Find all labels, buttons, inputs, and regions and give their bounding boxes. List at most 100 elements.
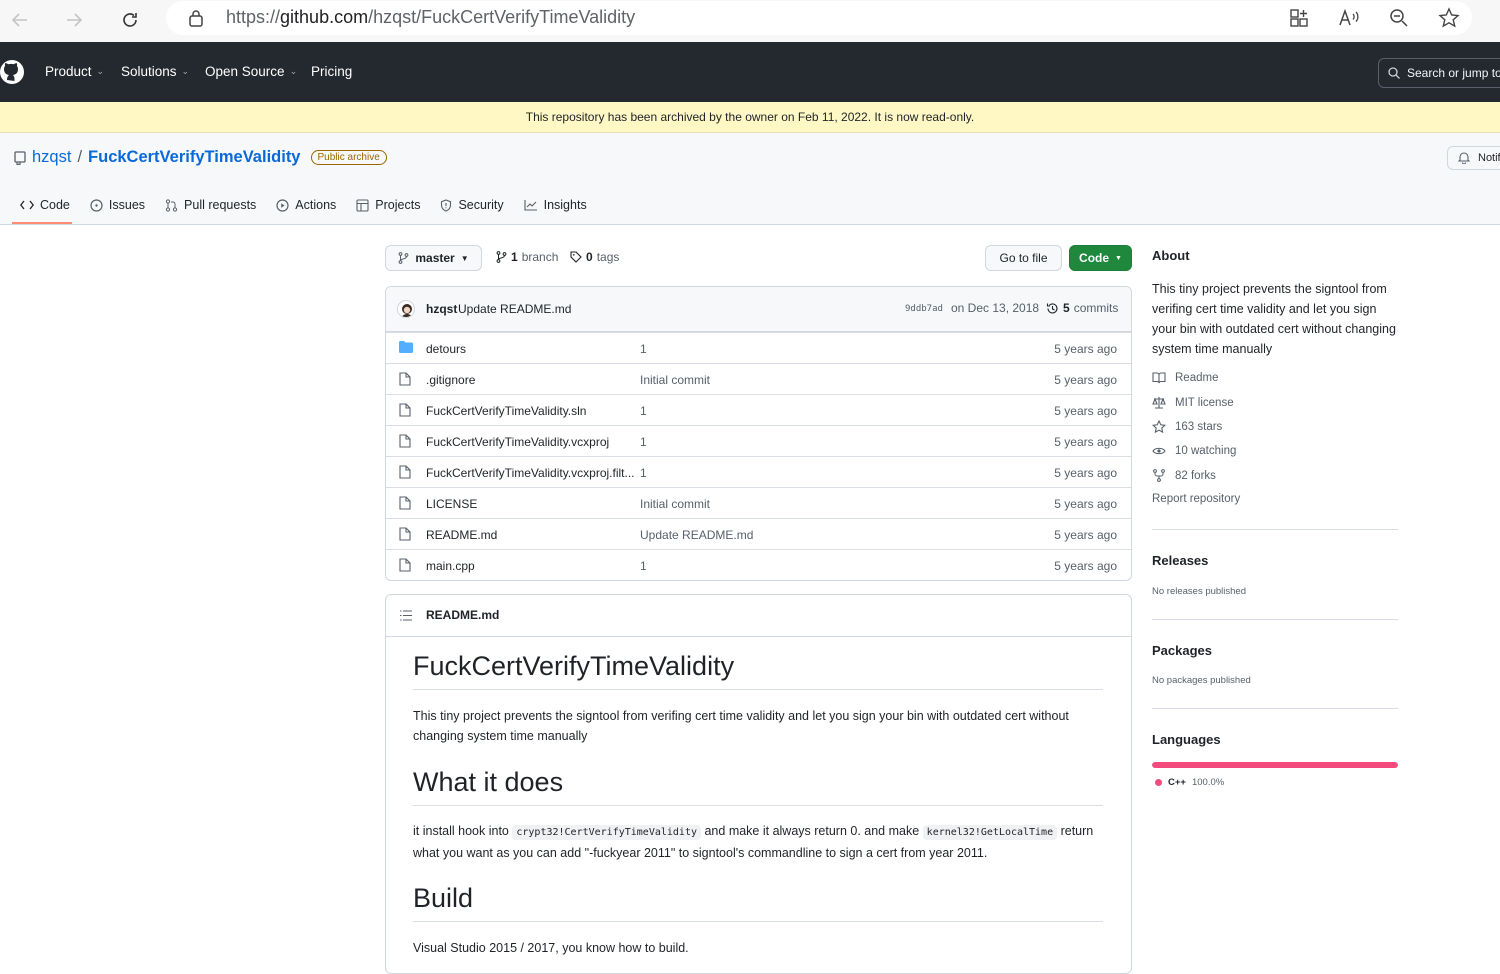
- inline-code: kernel32!GetLocalTime: [922, 825, 1058, 840]
- file-age: 5 years ago: [1054, 342, 1117, 356]
- packages-empty-text: No packages published: [1152, 675, 1251, 686]
- repo-name-link[interactable]: FuckCertVerifyTimeValidity: [88, 148, 300, 167]
- repo-title: hzqst / FuckCertVerifyTimeValidity Publi…: [14, 148, 387, 167]
- file-commit-message[interactable]: 1: [640, 404, 647, 418]
- file-name[interactable]: FuckCertVerifyTimeValidity.vcxproj: [426, 435, 609, 449]
- file-name[interactable]: LICENSE: [426, 497, 477, 511]
- file-name[interactable]: FuckCertVerifyTimeValidity.sln: [426, 404, 586, 418]
- apps-icon[interactable]: [1286, 5, 1312, 31]
- back-button[interactable]: [4, 4, 36, 36]
- bell-icon: [1458, 151, 1470, 164]
- readme-panel: README.md FuckCertVerifyTimeValidity Thi…: [385, 594, 1132, 974]
- menu-product[interactable]: Product ⌄: [45, 64, 104, 79]
- tab-pull-requests[interactable]: Pull requests: [157, 193, 264, 217]
- stars-link[interactable]: 163 stars: [1152, 420, 1222, 433]
- file-row[interactable]: FuckCertVerifyTimeValidity.vcxproj.filt.…: [386, 456, 1131, 487]
- tab-insights[interactable]: Insights: [516, 193, 595, 217]
- commit-sha[interactable]: 9ddb7ad: [905, 304, 943, 314]
- book-icon: [1152, 372, 1166, 384]
- file-icon: [399, 496, 411, 510]
- branch-select[interactable]: master ▼: [385, 245, 482, 271]
- commit-message[interactable]: Update README.md: [458, 302, 571, 316]
- github-header: Product ⌄ Solutions ⌄ Open Source ⌄ Pricing…: [0, 42, 1500, 102]
- file-row[interactable]: LICENSE Initial commit 5 years ago: [386, 487, 1131, 518]
- file-commit-message[interactable]: 1: [640, 466, 647, 480]
- language-color-dot: [1155, 779, 1162, 786]
- language-bar: [1152, 762, 1398, 768]
- about-heading: About: [1152, 248, 1190, 263]
- readme-link[interactable]: Readme: [1152, 372, 1218, 384]
- refresh-button[interactable]: [114, 4, 146, 36]
- archive-banner: This repository has been archived by the…: [0, 102, 1500, 133]
- forks-link[interactable]: 82 forks: [1152, 469, 1216, 482]
- file-row[interactable]: FuckCertVerifyTimeValidity.sln 1 5 years a…: [386, 394, 1131, 425]
- file-row[interactable]: detours 1 5 years ago: [386, 332, 1131, 363]
- tab-security[interactable]: Security: [432, 193, 511, 217]
- play-circle-icon: [276, 198, 289, 212]
- file-row[interactable]: main.cpp 1 5 years ago: [386, 549, 1131, 580]
- search-icon: [1388, 67, 1400, 79]
- inline-code: crypt32!CertVerifyTimeValidity: [512, 825, 701, 840]
- github-logo-icon[interactable]: [0, 58, 26, 86]
- notifications-button[interactable]: Notifi: [1447, 146, 1500, 170]
- refresh-icon: [123, 13, 137, 27]
- code-icon: [20, 199, 34, 211]
- file-name[interactable]: detours: [426, 342, 466, 356]
- commit-author[interactable]: hzqst: [426, 302, 457, 316]
- file-icon: [399, 434, 411, 448]
- shield-icon: [440, 198, 452, 212]
- read-aloud-icon[interactable]: [1336, 5, 1362, 31]
- report-repository-link[interactable]: Report repository: [1152, 493, 1240, 505]
- issue-icon: [90, 198, 103, 212]
- graph-icon: [524, 199, 538, 211]
- license-link[interactable]: MIT license: [1152, 396, 1234, 409]
- file-name[interactable]: main.cpp: [426, 559, 475, 573]
- watching-link[interactable]: 10 watching: [1152, 445, 1236, 457]
- file-commit-message[interactable]: Initial commit: [640, 497, 710, 511]
- file-age: 5 years ago: [1054, 373, 1117, 387]
- tags-link[interactable]: 0 tags: [570, 250, 619, 264]
- file-icon: [399, 527, 411, 541]
- tab-actions[interactable]: Actions: [268, 193, 344, 217]
- readme-filename[interactable]: README.md: [426, 608, 499, 622]
- file-name[interactable]: .gitignore: [426, 373, 475, 387]
- code-button[interactable]: Code ▼: [1069, 245, 1132, 271]
- url-text: https://github.com/hzqst/FuckCertVerifyT…: [226, 7, 636, 27]
- chevron-down-icon: ⌄: [289, 66, 298, 76]
- file-row[interactable]: .gitignore Initial commit 5 years ago: [386, 363, 1131, 394]
- favorite-star-icon[interactable]: [1436, 5, 1462, 31]
- zoom-icon[interactable]: [1386, 5, 1412, 31]
- search-input[interactable]: Search or jump to: [1378, 58, 1500, 88]
- menu-open-source[interactable]: Open Source ⌄: [205, 64, 297, 79]
- file-row[interactable]: FuckCertVerifyTimeValidity.vcxproj 1 5 yea…: [386, 425, 1131, 456]
- releases-heading[interactable]: Releases: [1152, 553, 1208, 568]
- menu-solutions[interactable]: Solutions ⌄: [121, 64, 189, 79]
- file-commit-message[interactable]: 1: [640, 435, 647, 449]
- tab-code[interactable]: Code: [12, 193, 78, 217]
- commits-link[interactable]: 5 commits: [1046, 301, 1118, 315]
- arrow-left-icon: [11, 13, 27, 27]
- packages-heading[interactable]: Packages: [1152, 643, 1212, 658]
- go-to-file-button[interactable]: Go to file: [985, 245, 1062, 271]
- file-commit-message[interactable]: 1: [640, 559, 647, 573]
- address-bar[interactable]: https://github.com/hzqst/FuckCertVerifyT…: [166, 1, 1472, 35]
- file-row[interactable]: README.md Update README.md 5 years ago: [386, 518, 1131, 549]
- forward-button[interactable]: [58, 4, 90, 36]
- readme-title: FuckCertVerifyTimeValidity: [413, 651, 1103, 690]
- readme-header: README.md: [386, 595, 1131, 637]
- repo-owner-link[interactable]: hzqst: [32, 148, 71, 167]
- list-icon[interactable]: [400, 610, 412, 621]
- branches-link[interactable]: 1 branch: [496, 250, 558, 264]
- file-age: 5 years ago: [1054, 404, 1117, 418]
- tab-issues[interactable]: Issues: [82, 193, 153, 217]
- file-commit-message[interactable]: Initial commit: [640, 373, 710, 387]
- file-name[interactable]: README.md: [426, 528, 497, 542]
- releases-empty-text: No releases published: [1152, 586, 1247, 597]
- file-commit-message[interactable]: Update README.md: [640, 528, 753, 542]
- language-item-cpp[interactable]: C++ 100.0%: [1155, 777, 1224, 788]
- file-name[interactable]: FuckCertVerifyTimeValidity.vcxproj.filt.…: [426, 466, 635, 480]
- avatar[interactable]: [397, 300, 415, 318]
- menu-pricing[interactable]: Pricing: [311, 64, 352, 79]
- file-commit-message[interactable]: 1: [640, 342, 647, 356]
- tab-projects[interactable]: Projects: [348, 193, 428, 217]
